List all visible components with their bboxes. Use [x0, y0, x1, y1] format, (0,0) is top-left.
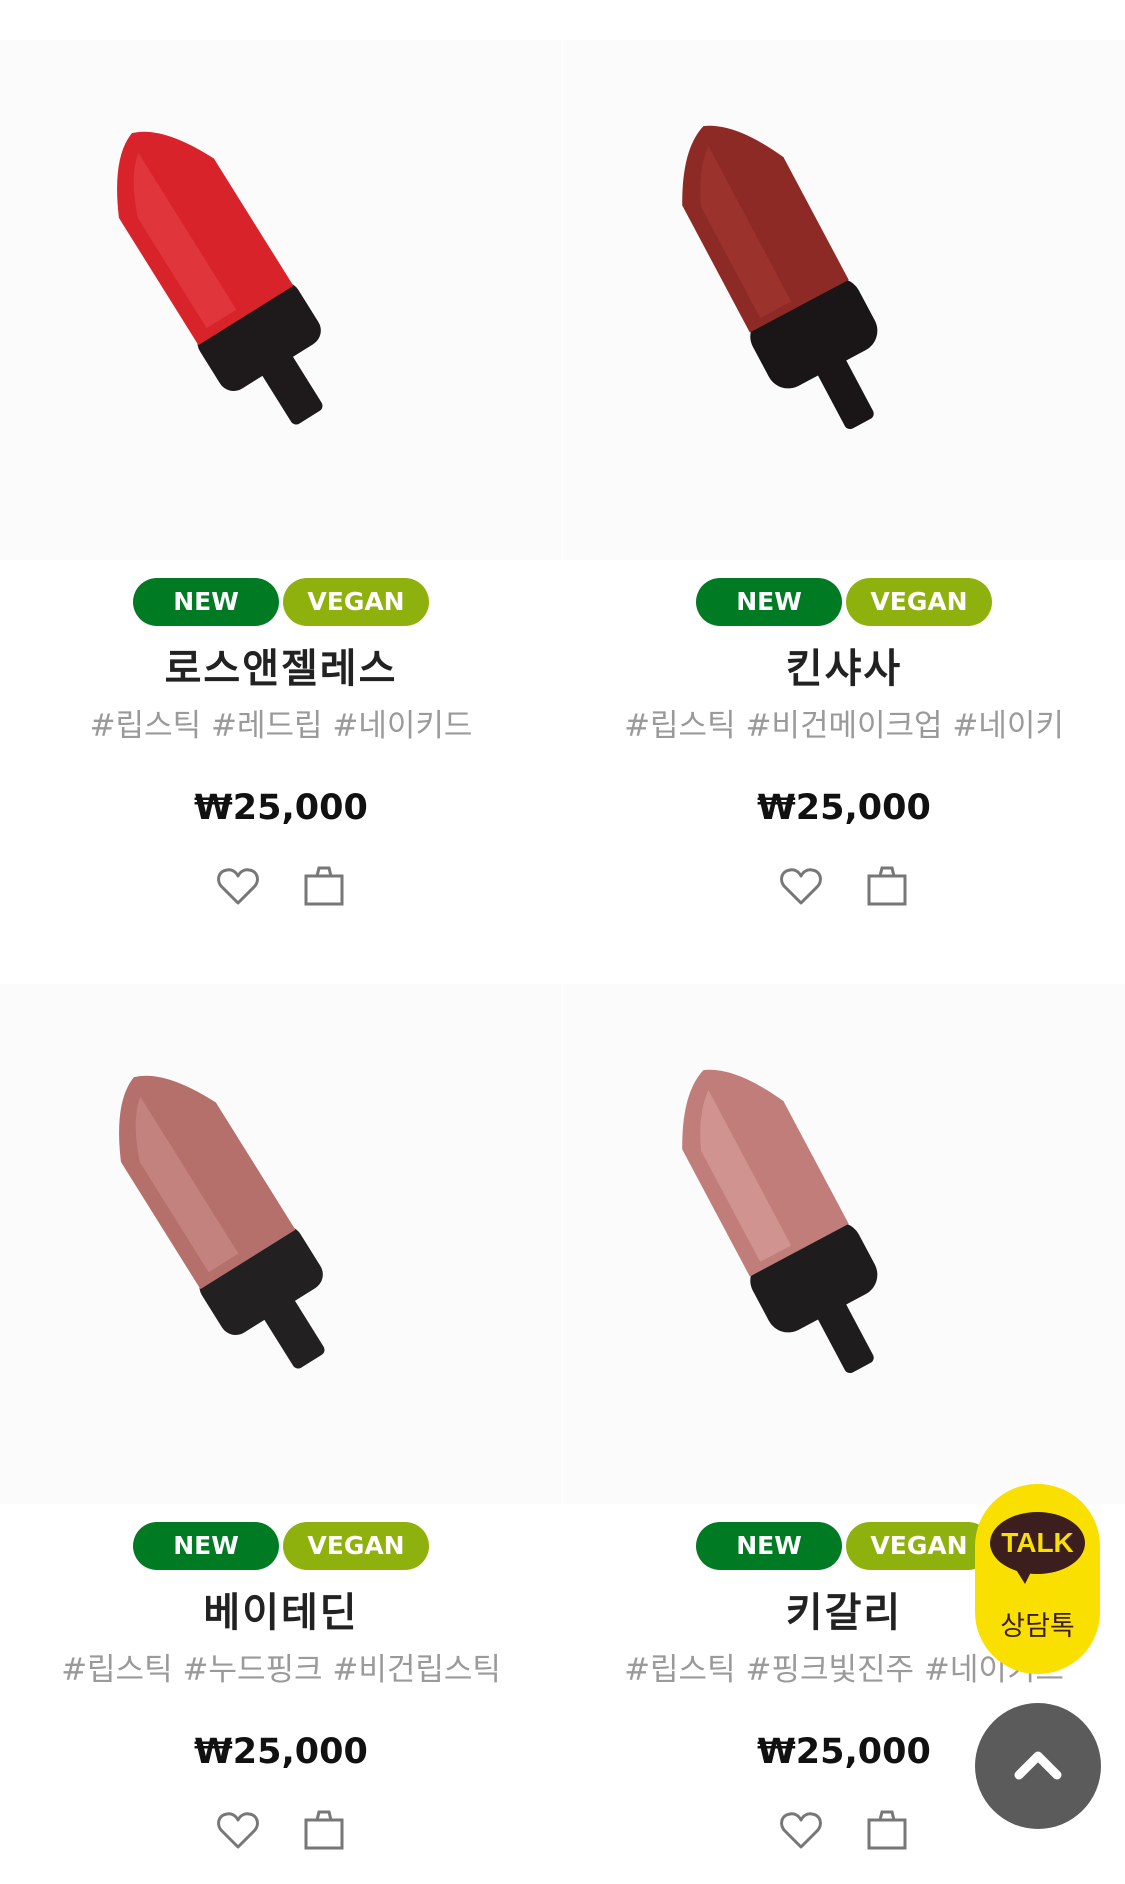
product-image[interactable]	[563, 40, 1125, 560]
product-grid: NEW VEGAN 로스앤젤레스 #립스틱 #레드립 #네이키드 ₩25,000	[0, 0, 1125, 1863]
product-actions	[777, 862, 911, 910]
product-card[interactable]: NEW VEGAN 베이테딘 #립스틱 #누드핑크 #비건립스틱 ₩25,000	[0, 944, 562, 1884]
product-image[interactable]	[0, 40, 562, 560]
vegan-badge: VEGAN	[846, 578, 992, 626]
new-badge: NEW	[696, 578, 842, 626]
product-price: ₩25,000	[194, 788, 368, 828]
product-image[interactable]	[0, 984, 562, 1504]
new-badge: NEW	[696, 1522, 842, 1570]
heart-icon[interactable]	[214, 862, 262, 910]
product-actions	[214, 1806, 348, 1854]
product-name[interactable]: 베이테딘	[0, 1580, 562, 1638]
product-tags: #립스틱 #누드핑크 #비건립스틱	[61, 1652, 501, 1688]
product-name[interactable]: 킨샤사	[563, 636, 1125, 694]
talk-label: 상담톡	[1000, 1611, 1075, 1642]
product-image[interactable]	[563, 984, 1125, 1504]
badge-group: NEW VEGAN	[133, 1522, 429, 1570]
badge-group: NEW VEGAN	[696, 1522, 992, 1570]
product-actions	[214, 862, 348, 910]
vegan-badge: VEGAN	[846, 1522, 992, 1570]
badge-group: NEW VEGAN	[696, 578, 992, 626]
shopping-bag-icon[interactable]	[863, 1806, 911, 1854]
talk-logo: TALK	[990, 1512, 1085, 1574]
new-badge: NEW	[133, 1522, 279, 1570]
product-card[interactable]: NEW VEGAN 킨샤사 #립스틱 #비건메이크업 #네이키 ₩25,000	[563, 0, 1125, 940]
heart-icon[interactable]	[214, 1806, 262, 1854]
heart-icon[interactable]	[777, 862, 825, 910]
product-price: ₩25,000	[757, 788, 931, 828]
vegan-badge: VEGAN	[283, 1522, 429, 1570]
product-name[interactable]: 로스앤젤레스	[0, 636, 562, 694]
new-badge: NEW	[133, 578, 279, 626]
shopping-bag-icon[interactable]	[300, 1806, 348, 1854]
heart-icon[interactable]	[777, 1806, 825, 1854]
vegan-badge: VEGAN	[283, 578, 429, 626]
badge-group: NEW VEGAN	[133, 578, 429, 626]
product-card[interactable]: NEW VEGAN 로스앤젤레스 #립스틱 #레드립 #네이키드 ₩25,000	[0, 0, 562, 940]
scroll-top-button[interactable]	[975, 1703, 1101, 1829]
chevron-up-icon	[1014, 1751, 1062, 1780]
shopping-bag-icon[interactable]	[300, 862, 348, 910]
talk-bubble-tail	[1015, 1568, 1033, 1584]
shopping-bag-icon[interactable]	[863, 862, 911, 910]
kakao-talk-button[interactable]: TALK 상담톡	[975, 1484, 1100, 1674]
product-tags: #립스틱 #비건메이크업 #네이키	[624, 708, 1064, 744]
product-actions	[777, 1806, 911, 1854]
product-tags: #립스틱 #레드립 #네이키드	[89, 708, 473, 744]
product-price: ₩25,000	[194, 1732, 368, 1772]
